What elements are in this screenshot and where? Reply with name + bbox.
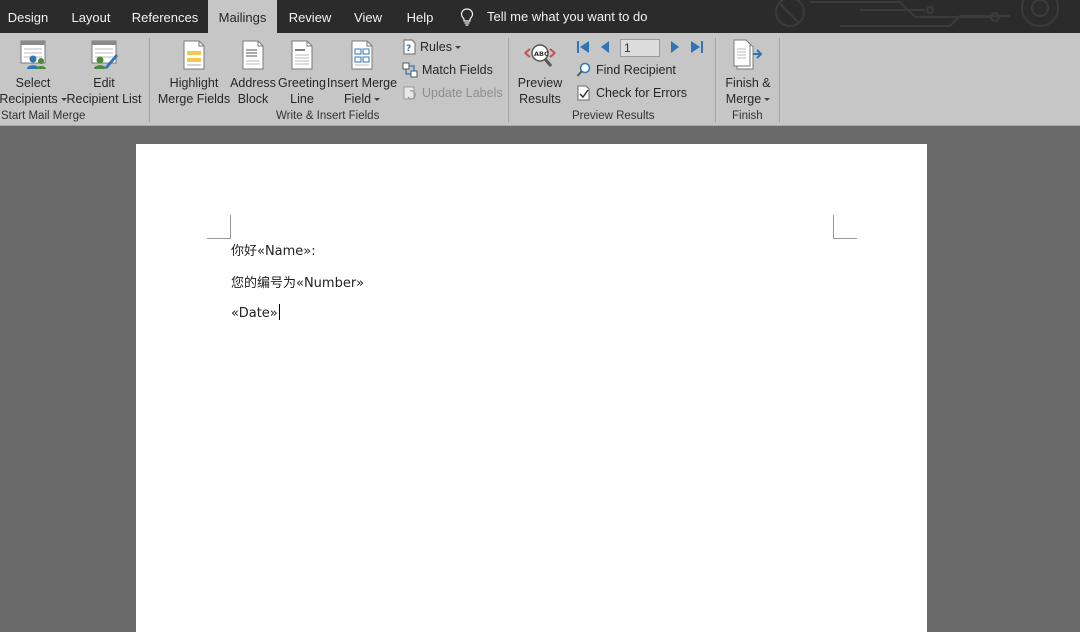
update-labels-button[interactable]: Update Labels [402,83,503,103]
group-label-write-insert-fields: Write & Insert Fields [276,110,380,122]
tell-me-text: Tell me what you want to do [487,9,648,24]
group-separator [779,38,780,122]
tab-review[interactable]: Review [282,0,338,33]
address-block-label-1: Address [230,76,276,90]
previous-record-icon[interactable] [600,40,610,54]
group-separator [149,38,150,122]
group-separator [715,38,716,122]
update-labels-icon [403,86,416,100]
svg-text:ABC: ABC [534,50,549,58]
svg-text:?: ? [406,44,411,54]
dropdown-caret-icon [764,98,771,102]
dropdown-caret-icon [374,98,381,102]
insert-merge-field-label-1: Insert Merge [326,76,398,90]
update-labels-label: Update Labels [422,86,503,100]
tab-mailings[interactable]: Mailings [208,0,277,33]
rules-icon: ? [403,39,416,55]
check-for-errors-label: Check for Errors [596,86,687,100]
tab-references[interactable]: References [126,0,204,33]
dropdown-caret-icon [454,45,461,49]
check-for-errors-icon [577,85,590,101]
tab-layout[interactable]: Layout [62,0,120,33]
document-line-number[interactable]: 您的编号为«Number» [231,272,364,291]
find-recipient-label: Find Recipient [596,63,676,77]
rules-label: Rules [420,40,452,54]
rules-button[interactable]: ? Rules [402,37,461,57]
text-cursor [278,304,280,320]
tab-design[interactable]: Design [0,0,56,33]
highlight-merge-fields-icon [183,40,205,70]
highlight-merge-fields-label-2: Merge Fields [157,92,231,106]
greeting-line-label-1: Greeting [278,76,326,90]
margin-crop-mark-right [833,215,857,239]
document-line-date-text: «Date» [231,306,278,321]
group-label-preview-results: Preview Results [572,110,655,122]
finish-merge-label-1: Finish & [725,76,771,90]
highlight-merge-fields-label-1: Highlight [169,76,219,90]
highlight-merge-fields-button[interactable]: Highlight Merge Fields [158,37,230,107]
edit-recipient-list-label-2: Recipient List [66,92,142,106]
edit-recipient-list-icon [91,40,118,69]
first-record-icon[interactable] [576,40,590,54]
insert-merge-field-icon [351,40,373,70]
address-block-button[interactable]: Address Block [230,37,276,107]
mailings-ribbon: Select Recipients Edit Recipient List Star… [0,33,1080,126]
address-block-label-2: Block [237,92,269,106]
margin-crop-mark-left [207,215,231,239]
lightbulb-icon [460,7,474,26]
greeting-line-button[interactable]: Greeting Line [278,37,326,107]
group-separator [508,38,509,122]
insert-merge-field-button[interactable]: Insert Merge Field [327,37,397,107]
match-fields-icon [402,62,418,78]
edit-recipient-list-label-1: Edit [93,76,115,90]
greeting-line-label-2: Line [290,92,314,106]
circuit-pattern-decoration [775,0,1059,27]
preview-results-icon: ABC [524,44,556,67]
preview-results-label-2: Results [519,92,561,106]
finish-merge-button[interactable]: Finish & Merge [722,37,774,107]
select-recipients-label-2: Recipients [0,92,58,106]
next-record-icon[interactable] [670,40,680,54]
last-record-icon[interactable] [690,40,704,54]
select-recipients-label-1: Select [15,76,51,90]
record-number-input[interactable]: 1 [620,39,660,57]
tab-view[interactable]: View [344,0,392,33]
finish-merge-icon [733,39,763,70]
match-fields-button[interactable]: Match Fields [402,60,493,80]
preview-results-label-1: Preview [517,76,563,90]
find-recipient-icon [576,62,591,77]
group-label-start-mail-merge: Start Mail Merge [1,110,86,122]
select-recipients-button[interactable]: Select Recipients [0,37,67,107]
address-block-icon [242,40,264,70]
document-line-date[interactable]: «Date» [231,304,280,321]
edit-recipient-list-button[interactable]: Edit Recipient List [66,37,142,107]
tell-me-search[interactable]: Tell me what you want to do [460,0,647,33]
match-fields-label: Match Fields [422,63,493,77]
document-line-greeting[interactable]: 你好«Name»: [231,240,316,259]
find-recipient-button[interactable]: Find Recipient [576,60,676,80]
greeting-line-icon [291,40,313,70]
document-page[interactable]: 你好«Name»: 您的编号为«Number» «Date» [136,144,927,632]
check-for-errors-button[interactable]: Check for Errors [576,83,687,103]
ribbon-tab-bar: Design Layout References Mailings Review… [0,0,1080,33]
finish-merge-label-2: Merge [725,92,762,106]
preview-results-button[interactable]: ABC Preview Results [514,37,566,107]
group-label-finish: Finish [732,110,763,122]
insert-merge-field-label-2: Field [343,92,372,106]
select-recipients-icon [20,40,46,69]
tab-help[interactable]: Help [398,0,442,33]
